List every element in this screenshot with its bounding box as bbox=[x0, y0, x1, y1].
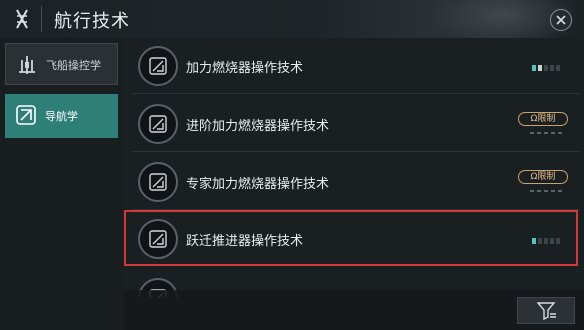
locked-level-dots bbox=[530, 190, 562, 192]
header-separator bbox=[41, 6, 42, 32]
close-button[interactable] bbox=[550, 9, 572, 31]
level-segment bbox=[550, 238, 554, 244]
close-icon bbox=[556, 15, 566, 25]
level-segment bbox=[544, 65, 548, 71]
skill-badge bbox=[138, 219, 178, 259]
skill-row[interactable]: 加力燃烧器操作技术 bbox=[124, 38, 580, 94]
skill-name: 加力燃烧器操作技术 bbox=[186, 61, 304, 76]
ship-control-icon bbox=[19, 56, 35, 74]
sidebar-item-label: 飞船操控学 bbox=[46, 59, 101, 72]
skill-row[interactable]: 进阶加力燃烧器操作技术 Ω限制 bbox=[124, 96, 580, 152]
level-dot bbox=[537, 132, 541, 134]
level-dot bbox=[537, 190, 541, 192]
row-divider bbox=[132, 209, 580, 210]
navigation-icon bbox=[16, 105, 36, 125]
sidebar-item-label: 导航学 bbox=[45, 110, 78, 123]
omega-limit-badge: Ω限制 bbox=[518, 170, 568, 184]
skill-level-indicator bbox=[532, 65, 560, 71]
skill-level-indicator bbox=[532, 238, 560, 244]
level-segment bbox=[538, 238, 542, 244]
skill-leaf-icon bbox=[149, 173, 167, 191]
skill-leaf-icon bbox=[149, 115, 167, 133]
level-dot bbox=[551, 190, 555, 192]
level-segment bbox=[556, 238, 560, 244]
filter-button[interactable] bbox=[517, 297, 575, 324]
level-dot bbox=[558, 132, 562, 134]
title-bar: 航行技术 bbox=[0, 0, 584, 50]
filter-icon bbox=[537, 302, 556, 320]
level-segment bbox=[532, 65, 536, 71]
level-dot bbox=[544, 190, 548, 192]
skill-badge bbox=[138, 46, 178, 86]
level-dot bbox=[544, 132, 548, 134]
page-title: 航行技术 bbox=[54, 11, 130, 32]
level-segment bbox=[550, 65, 554, 71]
bottom-fade bbox=[124, 290, 584, 330]
skill-name: 专家加力燃烧器操作技术 bbox=[186, 177, 330, 192]
sidebar-item-navigation[interactable]: 导航学 bbox=[5, 94, 118, 138]
logo-emblem-icon bbox=[16, 9, 28, 29]
skill-leaf-icon bbox=[149, 230, 167, 248]
skill-name: 跃迁推进器操作技术 bbox=[186, 234, 304, 249]
skill-badge bbox=[138, 104, 178, 144]
level-dot bbox=[551, 132, 555, 134]
level-segment bbox=[532, 238, 536, 244]
sidebar-item-ship-control[interactable]: 飞船操控学 bbox=[5, 43, 118, 85]
row-divider bbox=[132, 93, 580, 94]
skill-badge bbox=[138, 162, 178, 202]
skill-row-selected[interactable]: 跃迁推进器操作技术 bbox=[124, 211, 580, 267]
category-sidebar: 飞船操控学 导航学 bbox=[0, 38, 124, 330]
skill-list: 加力燃烧器操作技术 进阶加力燃烧器操作技术 Ω限制 专家加力燃烧器操作技术 Ω限… bbox=[124, 38, 584, 330]
level-dot bbox=[558, 190, 562, 192]
skill-name: 进阶加力燃烧器操作技术 bbox=[186, 119, 330, 134]
level-dot bbox=[530, 190, 534, 192]
level-segment bbox=[556, 65, 560, 71]
omega-limit-badge: Ω限制 bbox=[518, 112, 568, 126]
level-segment bbox=[538, 65, 542, 71]
skill-row[interactable]: 专家加力燃烧器操作技术 Ω限制 bbox=[124, 154, 580, 210]
locked-level-dots bbox=[530, 132, 562, 134]
row-divider bbox=[132, 151, 580, 152]
level-dot bbox=[530, 132, 534, 134]
skill-leaf-icon bbox=[149, 57, 167, 75]
level-segment bbox=[544, 238, 548, 244]
